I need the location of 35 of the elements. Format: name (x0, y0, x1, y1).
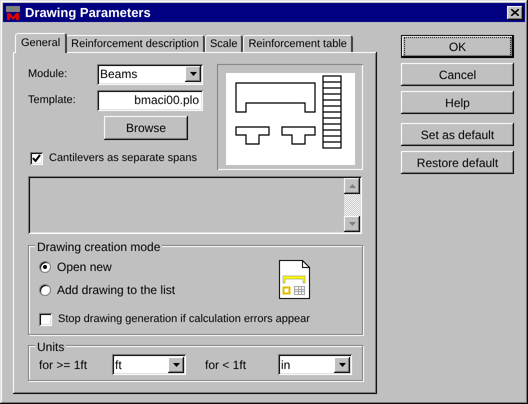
checkbox[interactable] (30, 152, 43, 165)
browse-button[interactable]: Browse (104, 116, 188, 140)
dialog-button[interactable]: Set as default (401, 123, 514, 146)
scroll-up-icon[interactable] (344, 178, 360, 194)
app-icon (5, 4, 21, 20)
radio-label: Add drawing to the list (57, 282, 176, 299)
scroll-down-icon[interactable] (344, 216, 360, 232)
dialog-button[interactable]: Restore default (401, 151, 514, 174)
tab[interactable]: Scale (204, 35, 244, 52)
close-button[interactable] (507, 6, 523, 20)
radio-button[interactable] (39, 284, 51, 296)
document-icon (279, 260, 310, 299)
module-dropdown[interactable]: Beams (97, 64, 203, 84)
checkbox[interactable] (39, 312, 52, 326)
scrollbar[interactable] (344, 178, 360, 232)
checkbox-label: Cantilevers as separate spans (49, 151, 197, 166)
tab[interactable]: Reinforcement table (243, 35, 353, 52)
template-label: Template: (28, 92, 77, 108)
tab[interactable]: General (15, 33, 68, 53)
window-title: Drawing Parameters (25, 4, 152, 22)
dialog-button[interactable]: Cancel (401, 63, 514, 86)
dialog-button[interactable]: OK (401, 35, 514, 58)
units-label: for >= 1ft (39, 356, 88, 374)
units-dropdown[interactable]: ft (112, 354, 186, 375)
radio-button[interactable] (39, 261, 51, 273)
units-label: for < 1ft (205, 356, 248, 374)
close-icon (511, 9, 519, 16)
text-area[interactable] (28, 176, 362, 234)
dialog-button[interactable]: Help (401, 91, 514, 114)
module-label: Module: (28, 66, 68, 82)
radio-label: Open new (57, 259, 112, 276)
checkbox-label: Stop drawing generation if calculation errors appear (58, 312, 310, 327)
tab[interactable]: Reinforcement description (66, 35, 205, 52)
template-field[interactable]: bmaci00.plo (97, 90, 203, 110)
units-dropdown[interactable]: in (278, 354, 352, 375)
